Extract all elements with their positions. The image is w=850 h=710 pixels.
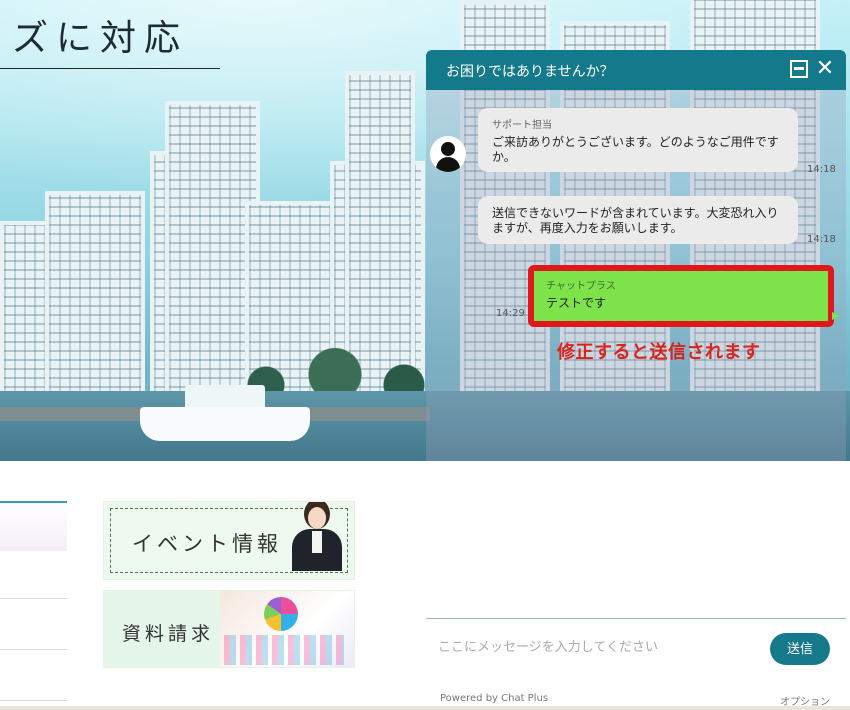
- nav-item-active[interactable]: [0, 501, 67, 551]
- chat-title: お困りではありませんか？: [446, 64, 614, 80]
- message-sender: チャットプラス: [546, 281, 616, 292]
- chat-empty-area: [426, 461, 846, 618]
- message-time: 14:18: [807, 234, 836, 245]
- nav-divider: [0, 700, 67, 701]
- chat-header: お困りではありませんか？ ✕: [426, 50, 846, 90]
- annotation-text: 修正すると送信されます: [557, 342, 761, 363]
- document-request-banner[interactable]: 資料請求: [103, 590, 355, 668]
- message-text: テストです: [546, 296, 607, 310]
- close-icon[interactable]: ✕: [814, 58, 836, 80]
- page: ズに対応 イベント情報 資料請求 お困りではありませんか？ ✕ サポート担当 ご…: [0, 0, 850, 710]
- document-banner-label: 資料請求: [122, 623, 215, 645]
- message-time: 14:18: [807, 164, 836, 175]
- person-image: [284, 502, 350, 573]
- message-input[interactable]: [438, 627, 758, 667]
- send-button[interactable]: 送信: [770, 633, 830, 665]
- building: [45, 191, 145, 401]
- message-bubble: サポート担当 ご来訪ありがとうございます。どのようなご用件ですか。: [478, 108, 798, 172]
- message-text: ご来訪ありがとうございます。どのようなご用件ですか。: [492, 135, 779, 164]
- message-text: 送信できないワードが含まれています。大変恐れ入りますが、再度入力をお願いします。: [492, 206, 779, 235]
- own-message-bubble: チャットプラス テストです: [534, 271, 828, 321]
- bubble-tail: [832, 312, 840, 320]
- boat: [140, 407, 310, 441]
- message-bubble: 送信できないワードが含まれています。大変恐れ入りますが、再度入力をお願いします。: [478, 196, 798, 244]
- chat-input-area: 送信 Powered by Chat Plus オプション: [426, 618, 846, 710]
- page-title: ズに対応: [0, 14, 220, 69]
- event-banner[interactable]: イベント情報: [103, 501, 355, 580]
- minimize-icon[interactable]: [788, 58, 810, 80]
- pie-chart-icon: [264, 597, 298, 631]
- nav-divider: [0, 649, 67, 650]
- nav-divider: [0, 598, 67, 599]
- chart-lines: [224, 635, 344, 665]
- powered-by-link[interactable]: Powered by Chat Plus: [440, 693, 548, 704]
- message-time: 14:29: [496, 308, 525, 319]
- event-banner-label: イベント情報: [132, 532, 282, 556]
- person-face: [308, 507, 326, 529]
- bottom-divider: [0, 706, 850, 710]
- highlighted-own-message: チャットプラス テストです: [528, 265, 834, 327]
- operator-avatar-icon: [430, 136, 466, 172]
- chat-widget: お困りではありませんか？ ✕ サポート担当 ご来訪ありがとうございます。どのよう…: [426, 50, 846, 710]
- message-sender: サポート担当: [492, 120, 552, 131]
- person-shirt: [312, 531, 322, 553]
